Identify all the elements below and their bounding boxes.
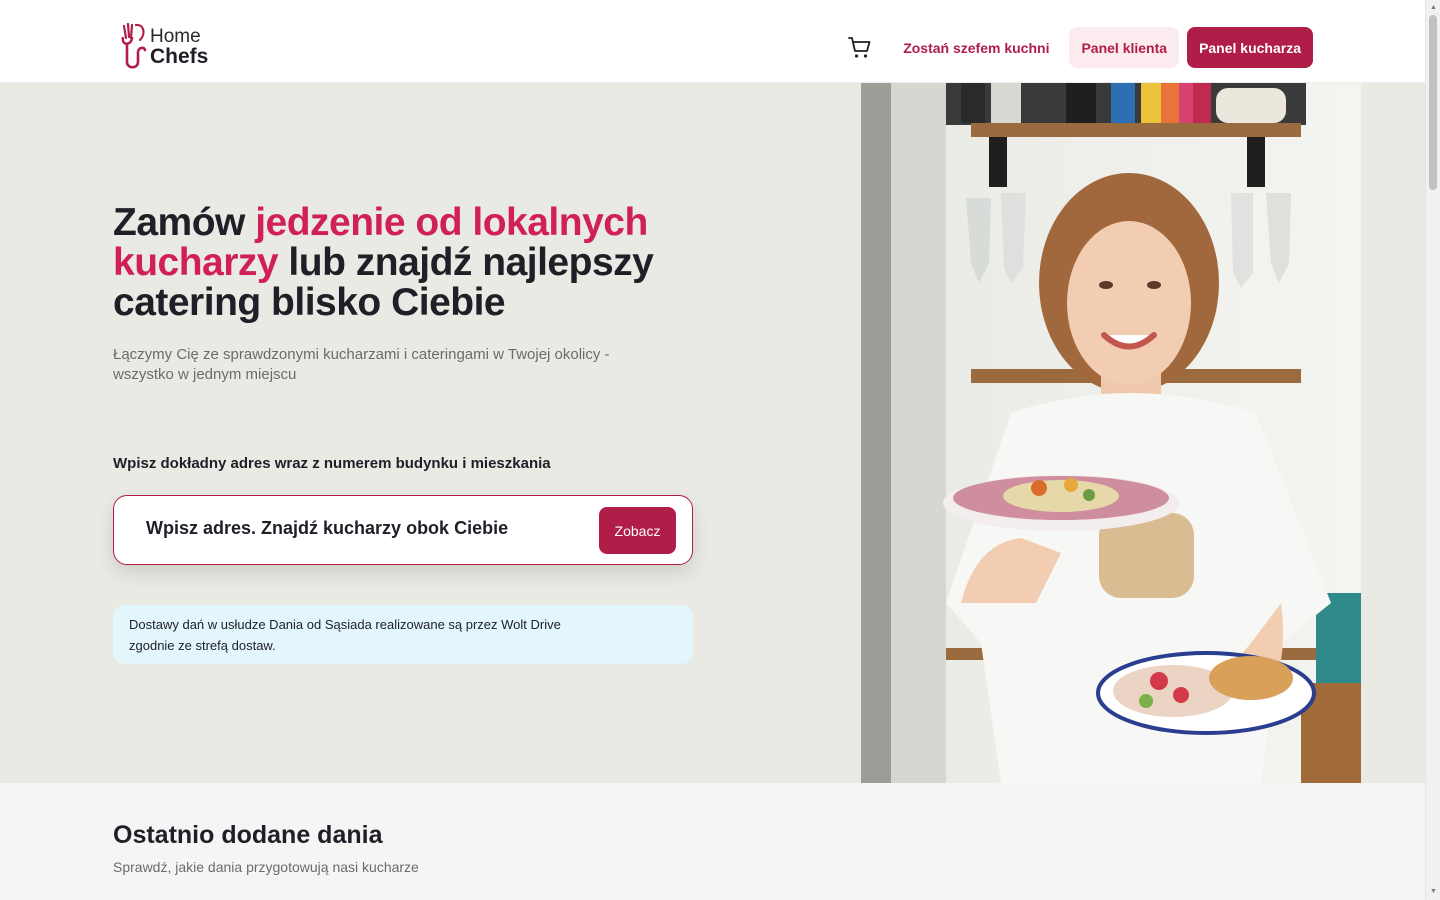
recent-dishes-section: Ostatnio dodane dania Sprawdź, jakie dan… <box>0 783 1425 900</box>
delivery-info-text: Dostawy dań w usłudze Dania od Sąsiada r… <box>129 617 561 653</box>
become-chef-link[interactable]: Zostań szefem kuchni <box>893 40 1059 56</box>
scroll-down-icon[interactable]: ▼ <box>1426 884 1440 898</box>
chef-logo-icon <box>121 22 147 69</box>
client-panel-button[interactable]: Panel klienta <box>1069 27 1180 68</box>
home-chefs-logo[interactable]: Home Chefs <box>118 22 208 72</box>
search-submit-button[interactable]: Zobacz <box>599 507 676 554</box>
delivery-info-box: Dostawy dań w usłudze Dania od Sąsiada r… <box>113 605 693 664</box>
logo-wordmark: Home Chefs <box>150 26 209 68</box>
address-search-box: Zobacz <box>113 495 693 565</box>
hero-chef-photo <box>861 83 1361 783</box>
header-nav: Zostań szefem kuchni Panel klienta Panel… <box>847 27 1313 68</box>
page-scrollbar[interactable]: ▲ ▼ <box>1425 0 1440 900</box>
hero-subtitle: Łączymy Cię ze sprawdzonymi kucharzami i… <box>113 346 610 383</box>
shopping-cart-icon <box>848 36 871 58</box>
chef-panel-button[interactable]: Panel kucharza <box>1187 27 1313 68</box>
logo-line-chefs: Chefs <box>150 45 209 68</box>
hero-title: Zamów jedzenie od lokalnych kucharzy lub… <box>113 203 733 323</box>
top-header: Home Chefs Zostań szefem kuchni Panel kl… <box>0 0 1425 83</box>
scrollbar-thumb[interactable] <box>1429 15 1437 190</box>
recent-dishes-subtitle: Sprawdź, jakie dania przygotowują nasi k… <box>113 859 419 875</box>
recent-dishes-title: Ostatnio dodane dania <box>113 821 383 849</box>
chef-photo-illustration <box>861 83 1361 783</box>
address-search-input[interactable] <box>146 518 586 539</box>
address-label: Wpisz dokładny adres wraz z numerem budy… <box>113 455 551 472</box>
cart-button[interactable] <box>847 35 873 61</box>
scroll-up-icon[interactable]: ▲ <box>1426 0 1440 14</box>
hero-title-part1: Zamów <box>113 201 256 244</box>
logo-line-home: Home <box>150 26 201 47</box>
hero-section: Zamów jedzenie od lokalnych kucharzy lub… <box>0 83 1425 783</box>
